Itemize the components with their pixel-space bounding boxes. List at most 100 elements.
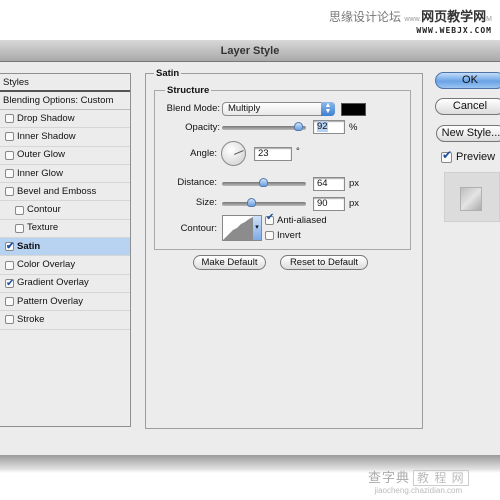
style-item-label: Inner Glow (17, 167, 63, 179)
style-checkbox[interactable] (15, 223, 24, 233)
watermark-cn-text: 思缘设计论坛 (329, 10, 402, 24)
styles-panel: Styles Blending Options: Custom Drop Sha… (0, 73, 131, 427)
blend-mode-select[interactable]: Multiply ▲ ▼ (222, 102, 335, 116)
make-default-button[interactable]: Make Default (193, 255, 266, 270)
watermark-prefix: www. (404, 16, 422, 23)
style-preview-thumbnail (444, 172, 500, 222)
opacity-unit: % (349, 122, 358, 133)
distance-input[interactable]: 64 (313, 177, 345, 191)
opacity-input[interactable]: 92 (313, 120, 345, 134)
angle-label: Angle: (190, 148, 217, 159)
satin-color-swatch[interactable] (341, 103, 366, 116)
opacity-value: 92 (317, 121, 328, 132)
blend-mode-label: Blend Mode: (166, 103, 220, 114)
distance-value: 64 (317, 178, 328, 189)
style-checkbox[interactable] (5, 297, 14, 307)
contour-label: Contour: (180, 223, 217, 234)
style-checkbox[interactable] (5, 132, 14, 142)
style-checkbox[interactable] (5, 169, 14, 179)
angle-unit: ° (296, 146, 300, 157)
structure-group: Structure Blend Mode: Multiply ▲ ▼ Opacit… (154, 85, 411, 250)
style-checkbox[interactable] (5, 315, 14, 325)
style-item-label: Gradient Overlay (17, 277, 89, 289)
size-slider-thumb[interactable] (247, 198, 257, 207)
style-item-contour[interactable]: Contour (0, 201, 130, 220)
watermark-bottom-line1: 查字典教 程 网 (368, 467, 469, 486)
dialog-titlebar[interactable]: Layer Style (0, 40, 500, 62)
anti-aliased-checkbox[interactable] (265, 212, 274, 225)
new-style-button[interactable]: New Style... (436, 125, 500, 142)
structure-group-title: Structure (165, 85, 212, 96)
style-item-stroke[interactable]: Stroke (0, 311, 130, 330)
size-slider[interactable] (222, 198, 306, 207)
size-label: Size: (195, 197, 217, 208)
contour-dropdown-icon[interactable]: ▾ (253, 216, 261, 240)
preview-checkbox[interactable] (441, 148, 452, 163)
satin-panel: Satin Structure Blend Mode: Multiply ▲ ▼ … (145, 68, 423, 429)
watermark-bold-text: 网页教学网 (421, 9, 487, 24)
size-input[interactable]: 90 (313, 197, 345, 211)
style-checkbox[interactable] (5, 275, 14, 293)
ok-button[interactable]: OK (435, 72, 500, 89)
dialog-title: Layer Style (220, 45, 280, 57)
size-value: 90 (317, 198, 328, 209)
blend-mode-value: Multiply (228, 103, 261, 114)
distance-unit: px (349, 178, 360, 189)
cancel-button[interactable]: Cancel (435, 98, 500, 115)
distance-slider-thumb[interactable] (259, 178, 268, 187)
style-checkbox[interactable] (5, 114, 14, 124)
watermark-line1: 思缘设计论坛 www.网页教学网M (329, 6, 492, 25)
invert-label: Invert (277, 230, 301, 241)
style-item-inner-glow[interactable]: Inner Glow (0, 165, 130, 184)
angle-input[interactable]: 23 (254, 147, 292, 161)
style-checkbox[interactable] (15, 205, 24, 215)
style-list: Drop Shadow Inner Shadow Outer Glow Inner G… (0, 110, 130, 330)
angle-value: 23 (258, 148, 269, 159)
opacity-slider-thumb[interactable] (294, 122, 304, 131)
distance-slider[interactable] (222, 178, 306, 187)
styles-header[interactable]: Styles (0, 74, 130, 92)
style-item-label: Pattern Overlay (17, 295, 83, 307)
style-item-gradient-overlay[interactable]: Gradient Overlay (0, 275, 130, 293)
preview-label: Preview (456, 151, 496, 163)
style-item-label: Drop Shadow (17, 112, 75, 124)
style-item-color-overlay[interactable]: Color Overlay (0, 256, 130, 275)
style-item-pattern-overlay[interactable]: Pattern Overlay (0, 293, 130, 312)
invert-option[interactable]: Invert (265, 230, 301, 241)
style-item-label: Bevel and Emboss (17, 185, 97, 197)
style-item-label: Inner Shadow (17, 130, 76, 142)
contour-picker[interactable]: ▾ (222, 215, 262, 241)
opacity-slider[interactable] (222, 122, 306, 131)
style-item-satin[interactable]: Satin (0, 238, 130, 257)
style-item-drop-shadow[interactable]: Drop Shadow (0, 110, 130, 129)
style-checkbox[interactable] (5, 187, 14, 197)
style-item-texture[interactable]: Texture (0, 220, 130, 239)
style-item-label: Outer Glow (17, 149, 66, 161)
opacity-label: Opacity: (185, 122, 220, 133)
preview-option[interactable]: Preview (441, 148, 496, 163)
style-item-label: Satin (17, 240, 41, 252)
blending-options-item[interactable]: Blending Options: Custom (0, 92, 130, 110)
style-checkbox[interactable] (5, 260, 14, 270)
watermark-suffix: M (486, 16, 492, 23)
select-arrows-icon: ▲ ▼ (321, 102, 335, 116)
watermark-url: WWW.WEBJX.COM (416, 26, 492, 35)
reset-to-default-button[interactable]: Reset to Default (280, 255, 368, 270)
watermark-bottom-a: 查字典 (368, 470, 411, 485)
angle-dial-hand (234, 150, 244, 155)
anti-aliased-label: Anti-aliased (277, 215, 327, 226)
style-item-inner-shadow[interactable]: Inner Shadow (0, 128, 130, 147)
style-checkbox[interactable] (5, 238, 14, 256)
style-item-bevel-and-emboss[interactable]: Bevel and Emboss (0, 183, 130, 202)
style-item-outer-glow[interactable]: Outer Glow (0, 147, 130, 165)
contour-curve-icon (223, 216, 254, 240)
watermark-bottom: 查字典教 程 网 jiaocheng.chazidian.com (368, 467, 469, 495)
anti-aliased-option[interactable]: Anti-aliased (265, 212, 327, 226)
watermark-bottom-url: jiaocheng.chazidian.com (374, 486, 463, 495)
style-checkbox[interactable] (5, 150, 14, 160)
style-item-label: Color Overlay (17, 259, 76, 271)
style-item-label: Contour (27, 204, 61, 216)
angle-dial[interactable] (221, 141, 246, 166)
invert-checkbox[interactable] (265, 231, 274, 240)
style-item-label: Texture (27, 222, 59, 234)
